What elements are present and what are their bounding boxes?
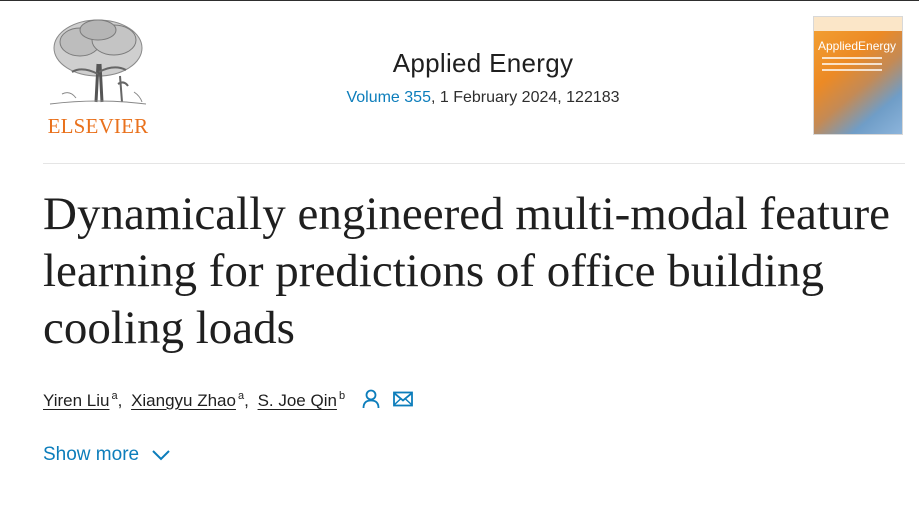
- author-separator: ,: [244, 390, 249, 410]
- envelope-icon[interactable]: [392, 391, 413, 412]
- show-more-label: Show more: [43, 444, 140, 465]
- author-item: Xiangyu Zhao a,: [131, 390, 253, 410]
- author-link[interactable]: Yiren Liu: [43, 391, 109, 410]
- cover-decoration: [822, 57, 882, 75]
- issue-details: , 1 February 2024, 122183: [430, 89, 620, 106]
- article-title: Dynamically engineered multi-modal featu…: [43, 188, 890, 354]
- header-divider: [43, 163, 905, 164]
- author-separator: ,: [117, 390, 123, 410]
- elsevier-tree-icon: [49, 19, 147, 105]
- journal-issue-info: Volume 355, 1 February 2024, 122183: [300, 89, 666, 107]
- affiliation-marker[interactable]: b: [339, 390, 345, 402]
- volume-link[interactable]: Volume 355: [346, 89, 431, 106]
- author-link[interactable]: S. Joe Qin: [258, 391, 337, 410]
- affiliation-marker[interactable]: a: [111, 390, 117, 402]
- author-item: S. Joe Qin b: [258, 390, 350, 410]
- chevron-down-icon: [152, 450, 170, 461]
- article-header: ELSEVIER Applied Energy Volume 355, 1 Fe…: [0, 0, 919, 165]
- author-list: Yiren Liu a, Xiangyu Zhao a, S. Joe Qin b: [43, 389, 413, 414]
- person-icon[interactable]: [362, 389, 380, 414]
- cover-title: AppliedEnergy: [818, 39, 897, 53]
- journal-info: Applied Energy Volume 355, 1 February 20…: [300, 48, 666, 107]
- show-more-button[interactable]: Show more: [43, 444, 171, 466]
- journal-cover-image[interactable]: AppliedEnergy: [813, 16, 903, 135]
- journal-title[interactable]: Applied Energy: [300, 48, 666, 79]
- author-item: Yiren Liu a,: [43, 390, 126, 410]
- cover-top-band: [814, 17, 902, 31]
- elsevier-wordmark: ELSEVIER: [47, 114, 149, 138]
- author-link[interactable]: Xiangyu Zhao: [131, 391, 236, 410]
- elsevier-logo[interactable]: ELSEVIER: [42, 14, 154, 138]
